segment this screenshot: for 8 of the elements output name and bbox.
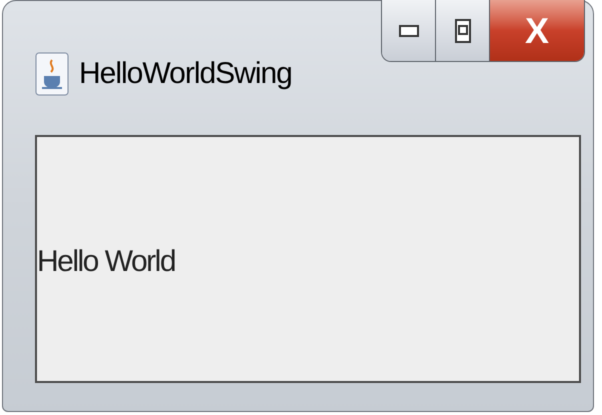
window-title: HelloWorldSwing	[79, 56, 292, 92]
minimize-button[interactable]	[382, 0, 436, 61]
maximize-icon	[454, 18, 470, 42]
minimize-icon	[398, 24, 418, 36]
close-button[interactable]: X	[490, 0, 584, 61]
maximize-button[interactable]	[436, 0, 490, 61]
hello-label: Hello World	[37, 244, 175, 280]
java-cup-icon	[35, 52, 69, 96]
